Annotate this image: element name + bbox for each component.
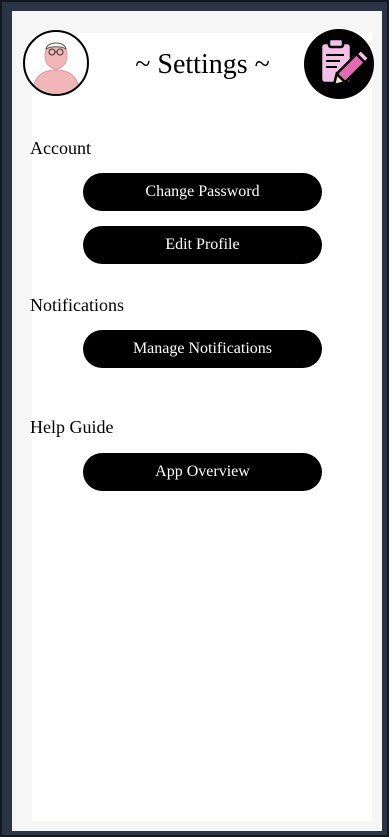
section-label-help-guide: Help Guide xyxy=(30,417,114,437)
section-label-account: Account xyxy=(30,138,91,158)
user-avatar-icon xyxy=(32,42,80,94)
page-title: ~ Settings ~ xyxy=(135,49,270,80)
change-password-button[interactable]: Change Password xyxy=(83,173,322,211)
edit-notes-button[interactable] xyxy=(304,29,374,99)
app-overview-button[interactable]: App Overview xyxy=(83,453,322,491)
edit-profile-button[interactable]: Edit Profile xyxy=(83,226,322,264)
notepad-pencil-icon xyxy=(319,37,370,87)
section-label-notifications: Notifications xyxy=(30,295,124,315)
avatar[interactable] xyxy=(23,30,89,96)
manage-notifications-button[interactable]: Manage Notifications xyxy=(83,330,322,368)
